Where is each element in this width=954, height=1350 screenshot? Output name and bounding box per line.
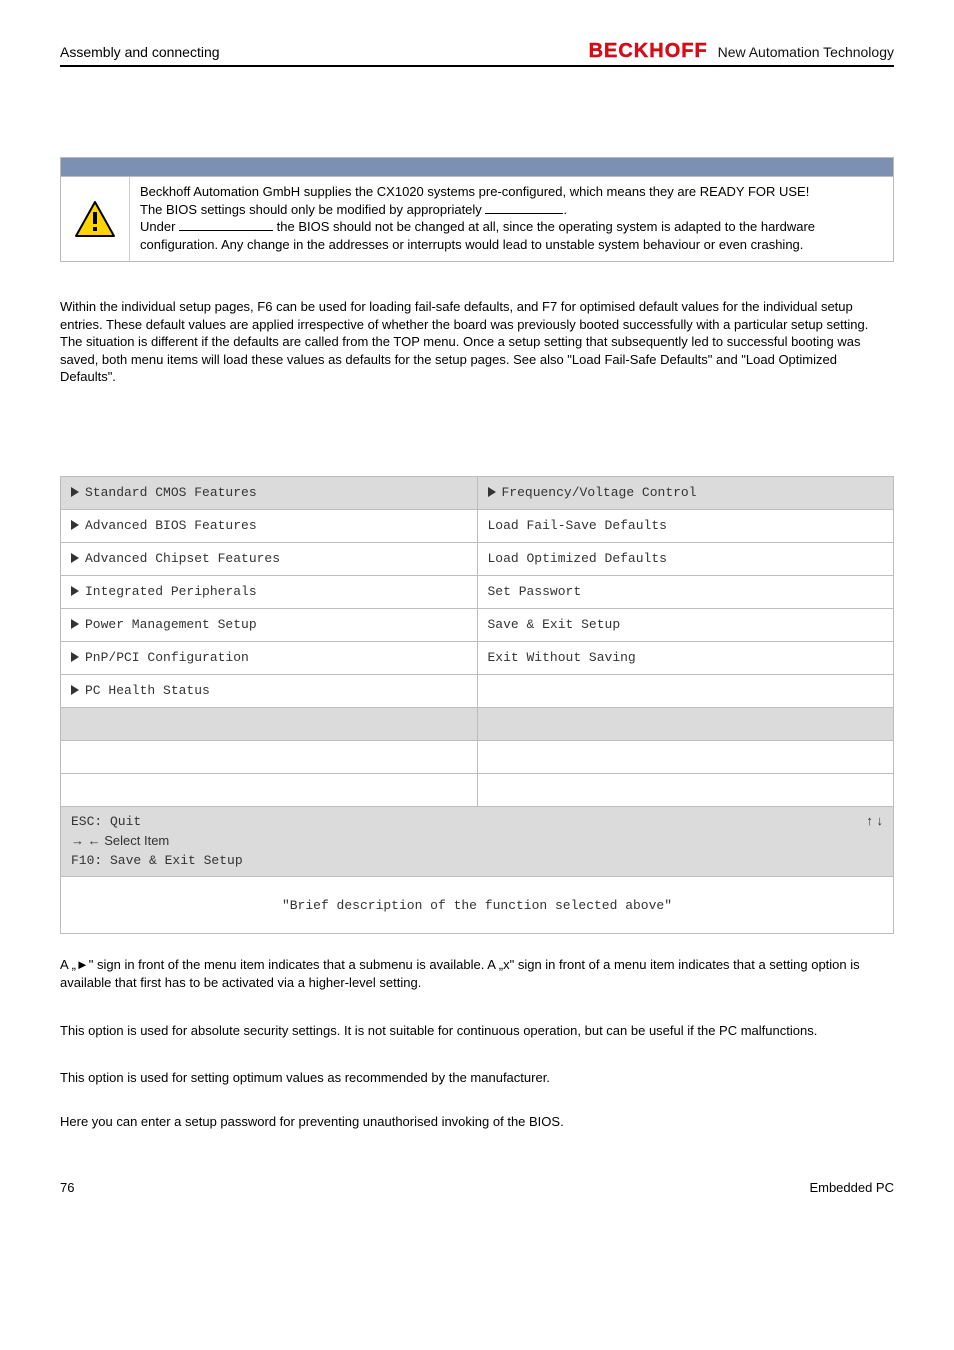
- bios-menu-item[interactable]: Advanced BIOS Features: [61, 509, 478, 542]
- password-paragraph: Here you can enter a setup password for …: [60, 1113, 894, 1131]
- optimized-paragraph: This option is used for setting optimum …: [60, 1069, 894, 1087]
- bios-menu-item[interactable]: Power Management Setup: [61, 608, 478, 641]
- header-brand: BECKHOFF New Automation Technology: [589, 40, 894, 63]
- bios-menu-item[interactable]: Exit Without Saving: [477, 641, 894, 674]
- product-name: Embedded PC: [809, 1180, 894, 1195]
- warning-line3a: Under: [140, 219, 179, 234]
- bios-menu-item[interactable]: Advanced Chipset Features: [61, 542, 478, 575]
- warning-text: Beckhoff Automation GmbH supplies the CX…: [130, 177, 893, 261]
- page-footer: 76 Embedded PC: [60, 1180, 894, 1195]
- header-section-title: Assembly and connecting: [60, 44, 220, 60]
- bios-menu-item: [477, 674, 894, 707]
- submenu-arrow-icon: [71, 520, 79, 530]
- warning-banner: [61, 158, 893, 177]
- warning-line2b: .: [563, 202, 567, 217]
- bios-menu-item[interactable]: Load Fail-Save Defaults: [477, 509, 894, 542]
- warning-icon: [74, 200, 116, 238]
- bios-menu-item[interactable]: PnP/PCI Configuration: [61, 641, 478, 674]
- bios-footer-right: ↑ ↓: [866, 813, 883, 871]
- warning-icon-cell: [61, 177, 130, 261]
- failsafe-paragraph: This option is used for absolute securit…: [60, 1022, 894, 1040]
- bios-menu-item[interactable]: Set Passwort: [477, 575, 894, 608]
- bios-description: "Brief description of the function selec…: [61, 877, 894, 934]
- warning-line1a: Beckhoff Automation GmbH supplies the CX…: [140, 184, 700, 199]
- warning-line1b: READY FOR USE!: [700, 184, 810, 199]
- intro-paragraph: Within the individual setup pages, F6 ca…: [60, 298, 894, 386]
- bios-footer-left: ESC: Quit → ← Select Item F10: Save & Ex…: [71, 813, 243, 871]
- warning-blank-1: [485, 201, 563, 214]
- warning-box: Beckhoff Automation GmbH supplies the CX…: [60, 157, 894, 262]
- page-number: 76: [60, 1180, 74, 1195]
- brand-tagline: New Automation Technology: [718, 44, 894, 60]
- submenu-arrow-icon: [71, 619, 79, 629]
- submenu-arrow-icon: [71, 586, 79, 596]
- bios-select: → ← Select Item: [71, 833, 169, 848]
- bios-menu-item[interactable]: Save & Exit Setup: [477, 608, 894, 641]
- submenu-arrow-icon: [71, 685, 79, 695]
- warning-line2a: The BIOS settings should only be modifie…: [140, 202, 485, 217]
- submenu-note: A „►" sign in front of the menu item ind…: [60, 956, 894, 991]
- submenu-arrow-icon: [71, 652, 79, 662]
- page-header: Assembly and connecting BECKHOFF New Aut…: [60, 40, 894, 67]
- bios-menu-table: Standard CMOS FeaturesFrequency/Voltage …: [60, 476, 894, 935]
- bios-esc: ESC: Quit: [71, 814, 141, 829]
- brand-name: BECKHOFF: [589, 40, 708, 62]
- bios-menu-item[interactable]: PC Health Status: [61, 674, 478, 707]
- submenu-arrow-icon: [488, 487, 496, 497]
- warning-blank-2: [179, 218, 273, 231]
- bios-menu-item[interactable]: Integrated Peripherals: [61, 575, 478, 608]
- bios-menu-item[interactable]: Load Optimized Defaults: [477, 542, 894, 575]
- bios-menu-item[interactable]: Frequency/Voltage Control: [477, 476, 894, 509]
- bios-menu-item[interactable]: Standard CMOS Features: [61, 476, 478, 509]
- submenu-arrow-icon: [71, 487, 79, 497]
- submenu-arrow-icon: [71, 553, 79, 563]
- bios-f10: F10: Save & Exit Setup: [71, 853, 243, 868]
